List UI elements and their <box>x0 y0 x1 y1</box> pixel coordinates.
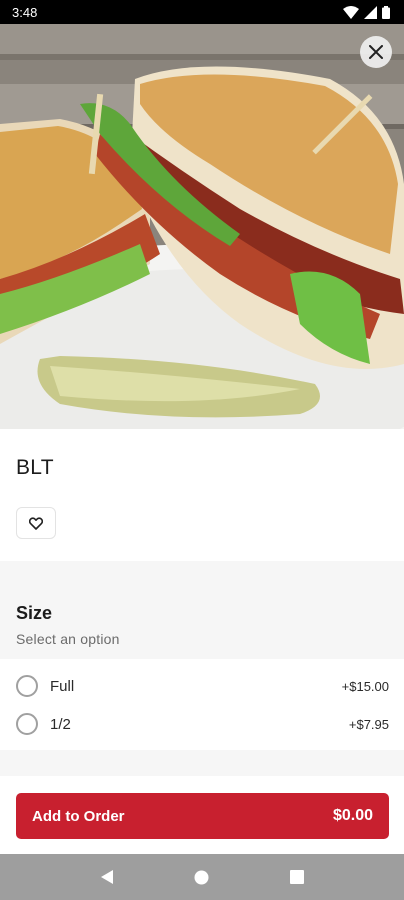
radio-button[interactable] <box>16 675 38 697</box>
size-options: Full +$15.00 1/2 +$7.95 <box>0 659 404 750</box>
status-icons <box>343 5 390 19</box>
heart-outline-icon <box>29 516 43 530</box>
option-price: +$15.00 <box>341 678 389 694</box>
size-option-half[interactable]: 1/2 +$7.95 <box>0 705 404 743</box>
recents-icon <box>289 870 304 884</box>
signal-icon <box>364 5 377 19</box>
battery-icon <box>382 5 390 19</box>
add-to-order-label: Add to Order <box>32 807 125 825</box>
close-button[interactable] <box>360 36 392 68</box>
wifi-icon <box>343 5 359 19</box>
option-label: 1/2 <box>50 715 71 733</box>
favorite-button[interactable] <box>16 507 56 539</box>
blt-sandwich-photo <box>0 24 404 429</box>
close-icon <box>369 45 383 59</box>
hero-image <box>0 24 404 429</box>
item-header: BLT <box>0 429 404 561</box>
nav-back-button[interactable] <box>87 857 127 897</box>
home-icon <box>194 870 209 884</box>
size-section-header: Size Select an option <box>0 561 404 659</box>
radio-button[interactable] <box>16 713 38 735</box>
status-bar: 3:48 <box>0 0 404 24</box>
cta-area: Add to Order $0.00 <box>0 776 404 854</box>
system-nav-bar <box>0 854 404 900</box>
section-divider <box>0 750 404 776</box>
add-to-order-button[interactable]: Add to Order $0.00 <box>16 793 389 839</box>
size-option-full[interactable]: Full +$15.00 <box>0 667 404 705</box>
nav-home-button[interactable] <box>182 857 222 897</box>
item-title: BLT <box>16 456 54 479</box>
size-heading: Size <box>16 603 53 623</box>
option-label: Full <box>50 677 75 695</box>
back-icon <box>101 870 114 884</box>
order-total: $0.00 <box>332 807 373 824</box>
status-time: 3:48 <box>12 4 38 20</box>
size-subheading: Select an option <box>16 631 120 647</box>
option-price: +$7.95 <box>348 716 389 732</box>
nav-recents-button[interactable] <box>277 857 317 897</box>
